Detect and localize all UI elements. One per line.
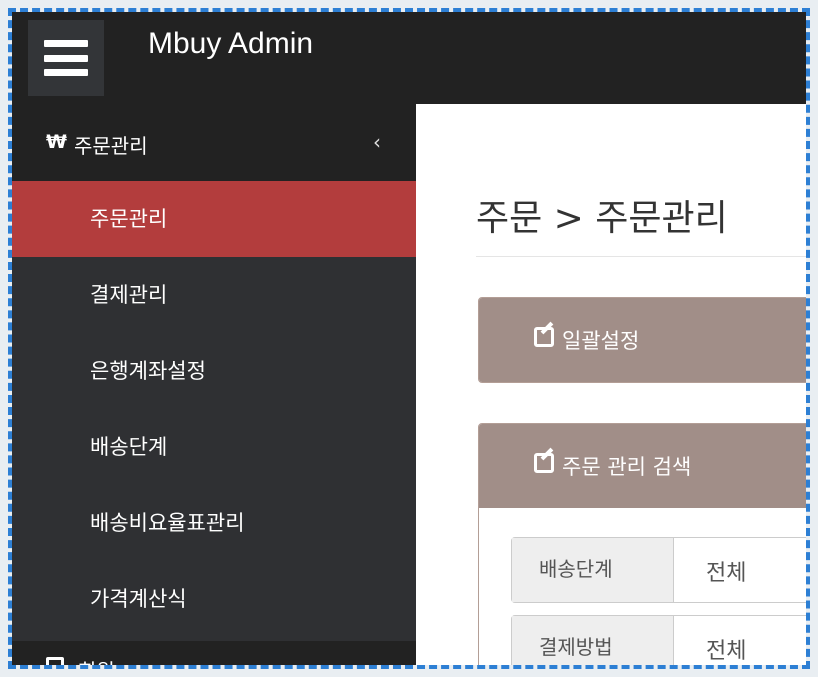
edit-icon (534, 327, 554, 347)
bulk-settings-header[interactable]: 일괄설정 (479, 298, 806, 382)
sidebar-group-order-management[interactable]: ₩ 주문관리 ‹ (12, 104, 416, 181)
order-search-body: 배송단계 전체 결제방법 전체 (479, 508, 806, 665)
user-square-icon (46, 657, 64, 665)
sidebar-group-label: 주문관리 (74, 134, 148, 158)
page-title: 주문 > 주문관리 (476, 198, 728, 239)
brand-title[interactable]: Mbuy Admin (148, 27, 313, 61)
sidebar-group-members[interactable]: 회원 (12, 641, 416, 665)
main-content: 주문 > 주문관리 일괄설정 주문 관리 검색 배송단계 전체 결제방법 전체 (416, 104, 806, 665)
sidebar-item-shipping-rate-table[interactable]: 배송비요율표관리 (12, 485, 416, 561)
top-navbar: Mbuy Admin (12, 12, 806, 104)
menu-toggle-button[interactable] (28, 20, 104, 96)
edit-icon (534, 453, 554, 473)
sidebar: ₩ 주문관리 ‹ 주문관리 결제관리 은행계좌설정 배송단계 배송비요율표관리 … (12, 104, 416, 665)
panel-title: 일괄설정 (562, 329, 640, 353)
order-search-header[interactable]: 주문 관리 검색 (479, 424, 806, 508)
order-search-panel: 주문 관리 검색 배송단계 전체 결제방법 전체 (478, 423, 806, 665)
sidebar-item-payment-management[interactable]: 결제관리 (12, 257, 416, 333)
sidebar-item-shipping-stage[interactable]: 배송단계 (12, 409, 416, 485)
shipping-stage-row: 배송단계 전체 (511, 537, 806, 603)
panel-title: 주문 관리 검색 (562, 455, 692, 479)
sidebar-item-order-management[interactable]: 주문관리 (12, 181, 416, 257)
shipping-stage-select[interactable]: 전체 (706, 538, 746, 602)
won-icon: ₩ (46, 131, 67, 153)
chevron-left-icon: ‹ (373, 130, 381, 154)
shipping-stage-label: 배송단계 (512, 538, 674, 602)
payment-method-row: 결제방법 전체 (511, 615, 806, 665)
bulk-settings-panel: 일괄설정 (478, 297, 806, 383)
payment-method-select[interactable]: 전체 (706, 616, 746, 665)
sidebar-group-label: 회원 (78, 655, 115, 665)
sidebar-item-bank-account-settings[interactable]: 은행계좌설정 (12, 333, 416, 409)
hamburger-menu-icon (44, 40, 88, 76)
admin-app: Mbuy Admin ₩ 주문관리 ‹ 주문관리 결제관리 은행계좌설정 배송단… (12, 12, 806, 665)
screenshot-frame: Mbuy Admin ₩ 주문관리 ‹ 주문관리 결제관리 은행계좌설정 배송단… (0, 0, 818, 677)
sidebar-item-price-formula[interactable]: 가격계산식 (12, 561, 416, 637)
payment-method-label: 결제방법 (512, 616, 674, 665)
title-divider (476, 256, 806, 257)
